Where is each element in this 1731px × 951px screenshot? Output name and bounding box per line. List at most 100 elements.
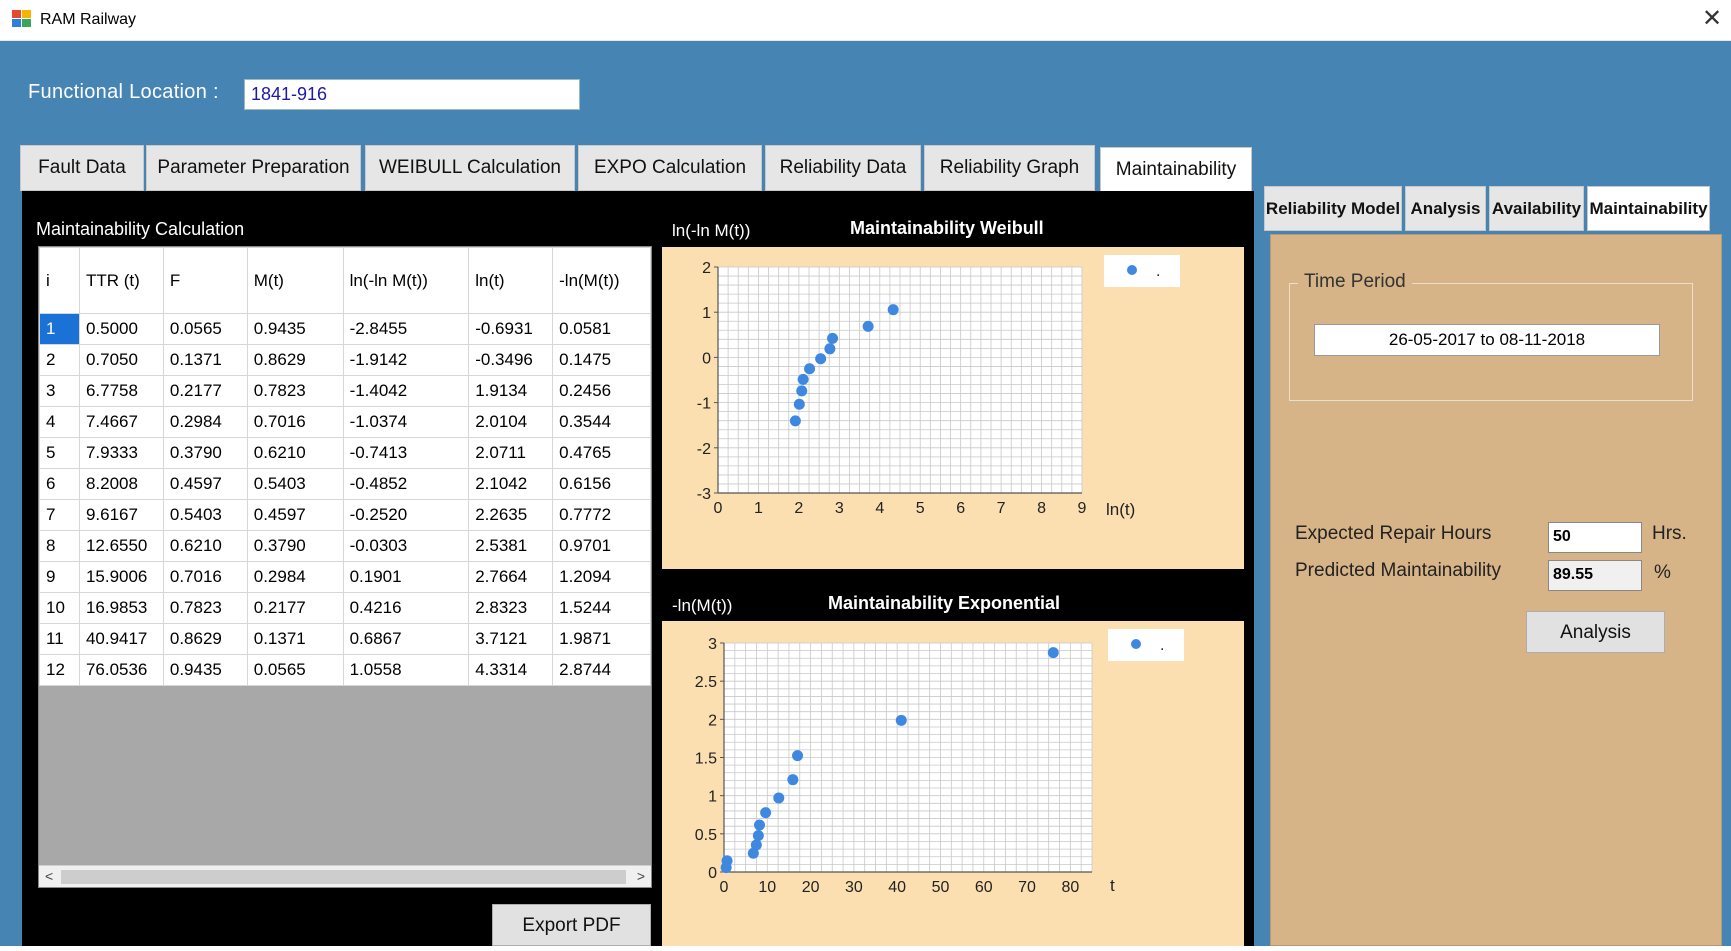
- table-row[interactable]: 7 9.6167 0.5403 0.4597 -0.2520 2.2635 0.7772: [39, 499, 651, 531]
- table-cell[interactable]: 0.0565: [162, 313, 248, 345]
- table-cell[interactable]: 8.2008: [78, 468, 164, 500]
- table-cell[interactable]: 0.7016: [246, 406, 344, 438]
- table-row[interactable]: 12 76.0536 0.9435 0.0565 1.0558 4.3314 2.8744: [39, 654, 651, 686]
- table-cell[interactable]: -1.4042: [342, 375, 470, 407]
- table-cell[interactable]: 0.7823: [162, 592, 248, 624]
- table-cell[interactable]: 0.6210: [162, 530, 248, 562]
- table-cell[interactable]: 1: [39, 313, 80, 345]
- table-cell[interactable]: 0.8629: [162, 623, 248, 655]
- table-cell[interactable]: 7: [39, 499, 80, 531]
- table-cell[interactable]: -0.2520: [342, 499, 470, 531]
- table-row[interactable]: 4 7.4667 0.2984 0.7016 -1.0374 2.0104 0.3544: [39, 406, 651, 438]
- table-cell[interactable]: 15.9006: [78, 561, 164, 593]
- table-cell[interactable]: 2.0711: [468, 437, 554, 469]
- table-cell[interactable]: 0.7772: [552, 499, 651, 531]
- table-cell[interactable]: 0.4216: [342, 592, 470, 624]
- table-cell[interactable]: 0.1371: [246, 623, 344, 655]
- table-cell[interactable]: 0.3790: [246, 530, 344, 562]
- table-cell[interactable]: 0.4765: [552, 437, 651, 469]
- tab-parameter-preparation[interactable]: Parameter Preparation: [146, 145, 361, 191]
- tab-maintainability[interactable]: Maintainability: [1100, 147, 1252, 193]
- tab-reliability-data[interactable]: Reliability Data: [765, 145, 921, 191]
- scroll-left-icon[interactable]: <: [45, 868, 53, 884]
- table-cell[interactable]: 11: [39, 623, 80, 655]
- table-cell[interactable]: 0.6156: [552, 468, 651, 500]
- table-cell[interactable]: 0.4597: [162, 468, 248, 500]
- table-cell[interactable]: 2: [39, 344, 80, 376]
- table-cell[interactable]: 0.1371: [162, 344, 248, 376]
- table-cell[interactable]: 8: [39, 530, 80, 562]
- table-cell[interactable]: 1.9134: [468, 375, 554, 407]
- tab-expo-calculation[interactable]: EXPO Calculation: [578, 145, 762, 191]
- table-row[interactable]: 9 15.9006 0.7016 0.2984 0.1901 2.7664 1.2094: [39, 561, 651, 593]
- table-cell[interactable]: 1.9871: [552, 623, 651, 655]
- table-cell[interactable]: 2.0104: [468, 406, 554, 438]
- table-cell[interactable]: 9.6167: [78, 499, 164, 531]
- table-cell[interactable]: 0.1901: [342, 561, 470, 593]
- maintainability-grid[interactable]: i TTR (t) F M(t) ln(-ln M(t)) ln(t) -ln(…: [38, 246, 652, 888]
- table-cell[interactable]: 0.8629: [246, 344, 344, 376]
- table-cell[interactable]: 0.6210: [246, 437, 344, 469]
- table-cell[interactable]: 0.7016: [162, 561, 248, 593]
- time-period-field[interactable]: 26-05-2017 to 08-11-2018: [1314, 324, 1660, 356]
- table-cell[interactable]: 4: [39, 406, 80, 438]
- table-cell[interactable]: -0.6931: [468, 313, 554, 345]
- tab-analysis[interactable]: Analysis: [1405, 186, 1486, 231]
- table-cell[interactable]: 0.7050: [78, 344, 164, 376]
- tab-right-maintainability[interactable]: Maintainability: [1587, 186, 1710, 231]
- table-cell[interactable]: 1.0558: [342, 654, 470, 686]
- analysis-button[interactable]: Analysis: [1526, 611, 1665, 653]
- tab-reliability-graph[interactable]: Reliability Graph: [924, 145, 1095, 191]
- tab-fault-data[interactable]: Fault Data: [20, 145, 144, 191]
- functional-location-input[interactable]: 1841-916: [244, 79, 580, 110]
- table-cell[interactable]: 6: [39, 468, 80, 500]
- table-cell[interactable]: 0.0565: [246, 654, 344, 686]
- column-header[interactable]: ln(-ln M(t)): [342, 247, 470, 314]
- table-row[interactable]: 1 0.5000 0.0565 0.9435 -2.8455 -0.6931 0.0581: [39, 313, 651, 345]
- table-cell[interactable]: 40.9417: [78, 623, 164, 655]
- scroll-thumb[interactable]: [61, 870, 626, 884]
- table-cell[interactable]: 0.9701: [552, 530, 651, 562]
- table-cell[interactable]: 0.2984: [162, 406, 248, 438]
- table-row[interactable]: 10 16.9853 0.7823 0.2177 0.4216 2.8323 1.5244: [39, 592, 651, 624]
- table-cell[interactable]: 0.6867: [342, 623, 470, 655]
- column-header[interactable]: F: [162, 247, 248, 314]
- table-cell[interactable]: -0.4852: [342, 468, 470, 500]
- table-cell[interactable]: 3.7121: [468, 623, 554, 655]
- table-cell[interactable]: 10: [39, 592, 80, 624]
- table-cell[interactable]: 5: [39, 437, 80, 469]
- table-cell[interactable]: 0.5403: [246, 468, 344, 500]
- close-icon[interactable]: ✕: [1699, 4, 1725, 34]
- table-cell[interactable]: 0.1475: [552, 344, 651, 376]
- table-cell[interactable]: -0.7413: [342, 437, 470, 469]
- table-cell[interactable]: 0.7823: [246, 375, 344, 407]
- table-cell[interactable]: 0.9435: [162, 654, 248, 686]
- table-cell[interactable]: 0.4597: [246, 499, 344, 531]
- table-row[interactable]: 6 8.2008 0.4597 0.5403 -0.4852 2.1042 0.6156: [39, 468, 651, 500]
- table-cell[interactable]: 16.9853: [78, 592, 164, 624]
- table-cell[interactable]: 2.8744: [552, 654, 651, 686]
- tab-weibull-calculation[interactable]: WEIBULL Calculation: [365, 145, 575, 191]
- table-cell[interactable]: -1.0374: [342, 406, 470, 438]
- column-header[interactable]: -ln(M(t)): [552, 247, 651, 314]
- column-header[interactable]: ln(t): [468, 247, 554, 314]
- table-cell[interactable]: 0.2984: [246, 561, 344, 593]
- table-cell[interactable]: 0.3790: [162, 437, 248, 469]
- column-header[interactable]: TTR (t): [78, 247, 164, 314]
- scroll-right-icon[interactable]: >: [637, 868, 645, 884]
- table-cell[interactable]: 7.4667: [78, 406, 164, 438]
- table-cell[interactable]: 0.5403: [162, 499, 248, 531]
- table-cell[interactable]: 3: [39, 375, 80, 407]
- table-cell[interactable]: 0.0581: [552, 313, 651, 345]
- table-cell[interactable]: 0.2456: [552, 375, 651, 407]
- table-cell[interactable]: -0.3496: [468, 344, 554, 376]
- table-cell[interactable]: 2.1042: [468, 468, 554, 500]
- horizontal-scrollbar[interactable]: < >: [39, 865, 651, 887]
- table-row[interactable]: 8 12.6550 0.6210 0.3790 -0.0303 2.5381 0.9701: [39, 530, 651, 562]
- column-header[interactable]: i: [39, 247, 80, 314]
- table-cell[interactable]: 2.7664: [468, 561, 554, 593]
- table-cell[interactable]: 0.2177: [246, 592, 344, 624]
- table-cell[interactable]: 9: [39, 561, 80, 593]
- table-cell[interactable]: 76.0536: [78, 654, 164, 686]
- table-cell[interactable]: 12.6550: [78, 530, 164, 562]
